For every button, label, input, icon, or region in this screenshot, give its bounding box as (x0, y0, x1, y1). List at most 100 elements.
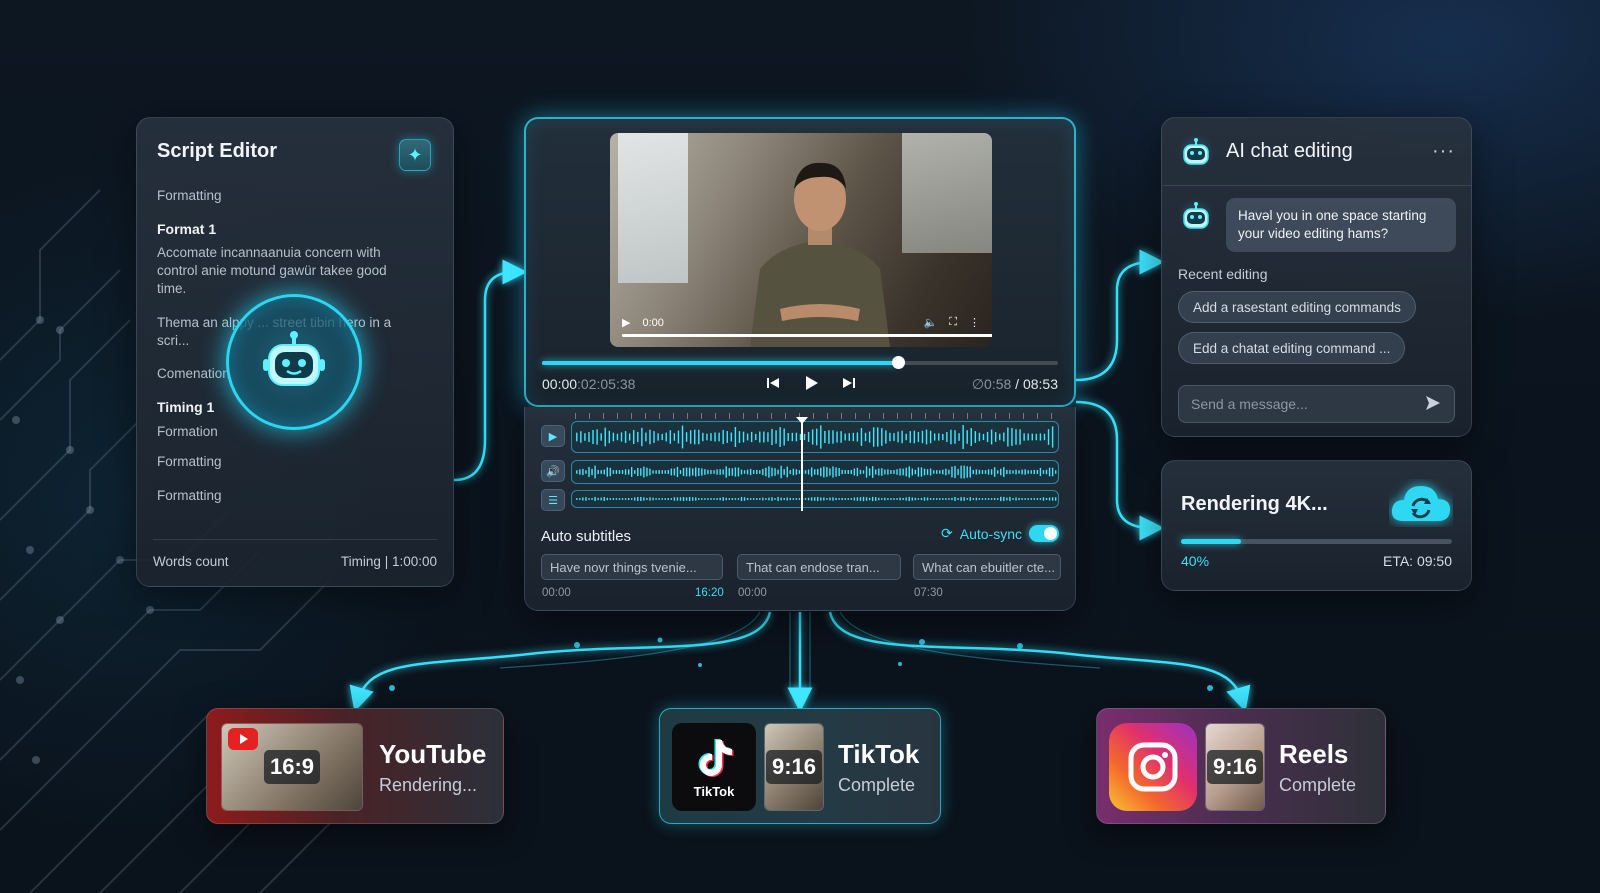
subtitle-1-end: 16:20 (695, 587, 724, 599)
scrubber-knob[interactable] (892, 356, 906, 369)
more-options-icon[interactable]: ··· (1432, 140, 1455, 163)
waveform-bar (627, 469, 630, 475)
waveform-bar (702, 432, 704, 442)
waveform-bar (737, 498, 740, 500)
waveform-bar (594, 465, 596, 479)
waveform-bar (661, 433, 663, 441)
waveform-bar (835, 467, 837, 477)
audio-track[interactable] (571, 460, 1059, 484)
waveform-bar (963, 497, 965, 501)
subtitle-chip-3[interactable]: What can ebuitler cte... (913, 554, 1061, 580)
waveform-bar (698, 468, 700, 476)
video-overlay-progress[interactable] (622, 334, 992, 337)
waveform-bar (707, 469, 709, 475)
waveform-bar (942, 498, 944, 500)
track-play-button[interactable]: ▶ (541, 425, 565, 447)
volume-icon[interactable]: 🔈 (924, 316, 938, 329)
script-editor-title: Script Editor (157, 140, 278, 162)
reels-output-card[interactable]: 9:16 Reels Complete (1096, 708, 1386, 824)
waveform-bar (852, 432, 855, 442)
waveform-bar (999, 433, 1001, 441)
subtitle-track[interactable] (571, 490, 1059, 508)
video-waveform (576, 425, 1054, 449)
waveform-bar (1042, 470, 1045, 474)
waveform-bar (889, 432, 891, 442)
track-audio-button[interactable]: 🔊 (541, 460, 565, 482)
command-chip-1[interactable]: Add a rasestant editing commands (1178, 291, 1416, 323)
waveform-bar (942, 469, 944, 475)
audio-waveform (576, 465, 1057, 479)
play-icon[interactable] (800, 372, 822, 394)
waveform-bar (990, 498, 993, 500)
overlay-play-icon[interactable]: ▶ (622, 316, 630, 329)
waveform-bar (759, 470, 761, 474)
script-footer: Words count Timing | 1:00:00 (153, 539, 437, 569)
waveform-bar (1033, 498, 1036, 500)
aspect-ratio-badge: 16:9 (263, 750, 321, 784)
script-paragraph[interactable]: Accomate incannaanuia concern with contr… (157, 244, 419, 298)
waveform-bar (637, 468, 639, 476)
auto-sync-control[interactable]: ⟳ Auto-sync (941, 525, 1059, 542)
auto-sync-toggle[interactable] (1029, 525, 1059, 542)
tiktok-status: Complete (838, 775, 916, 795)
waveform-bar (978, 469, 981, 475)
ai-robot-badge (226, 294, 362, 430)
subtitle-chip-1[interactable]: Have novr things tvenie... (541, 554, 723, 580)
fullscreen-icon[interactable]: ⛶ (949, 316, 957, 329)
waveform-bar (649, 468, 651, 476)
video-track[interactable] (571, 421, 1059, 453)
waveform-bar (640, 468, 642, 476)
subtitle-chip-2[interactable]: That can endose tran... (737, 554, 901, 580)
waveform-bar (828, 430, 830, 444)
waveform-bar (798, 470, 801, 474)
youtube-output-card[interactable]: 16:9 YouTube Rendering... (206, 708, 504, 824)
ai-sparkle-button[interactable]: ✦ (399, 139, 431, 171)
waveform-bar (576, 470, 578, 474)
waveform-bar (817, 496, 819, 502)
waveform-bar (836, 431, 838, 443)
waveform-bar (1051, 497, 1054, 501)
waveform-bar (996, 470, 999, 474)
waveform-bar (848, 433, 850, 441)
waveform-bar (716, 498, 718, 500)
waveform-bar (783, 428, 785, 446)
waveform-bar (576, 432, 578, 442)
waveform-bar (909, 431, 911, 443)
track-subtitle-button[interactable]: ☰ (541, 489, 565, 511)
waveform-bar (939, 498, 941, 500)
waveform-bar (698, 498, 700, 500)
tiktok-output-card[interactable]: TikTok 9:16 TikTok Complete (659, 708, 941, 824)
more-vertical-icon[interactable]: ⋮ (969, 316, 980, 329)
waveform-bar (917, 498, 920, 500)
waveform-bar (665, 432, 667, 442)
waveform-bar (1009, 496, 1011, 502)
waveform-bar (951, 497, 953, 501)
waveform-bar (914, 469, 917, 475)
subtitle-3-start: 07:30 (914, 587, 943, 599)
waveform-bar (620, 432, 623, 442)
waveform-bar (1039, 498, 1042, 500)
waveform-bar (829, 497, 831, 501)
message-input[interactable]: Send a message... (1178, 385, 1455, 423)
waveform-bar (725, 466, 727, 478)
waveform-bar (896, 469, 898, 475)
video-preview[interactable]: ▶ 0:00 🔈 ⛶ ⋮ (610, 133, 992, 347)
skip-forward-icon[interactable] (838, 372, 860, 394)
waveform-bar (935, 498, 938, 500)
chat-message: Havǝl you in one space starting your vid… (1178, 198, 1456, 252)
send-icon[interactable] (1424, 394, 1442, 415)
formatting-label: Formatting (157, 188, 222, 203)
video-scrubber[interactable] (542, 356, 1058, 369)
timeline-playhead[interactable] (796, 417, 808, 511)
timeline-ruler (575, 413, 1055, 419)
waveform-bar (981, 470, 984, 474)
command-chip-2[interactable]: Edd a chatat editing command ... (1178, 332, 1406, 364)
waveform-bar (826, 467, 828, 477)
waveform-bar (1021, 469, 1023, 475)
waveform-bar (685, 432, 688, 442)
waveform-bar (871, 496, 874, 502)
skip-back-icon[interactable] (762, 372, 784, 394)
waveform-bar (673, 468, 676, 476)
waveform-bar (838, 498, 840, 500)
waveform-bar (920, 497, 923, 501)
